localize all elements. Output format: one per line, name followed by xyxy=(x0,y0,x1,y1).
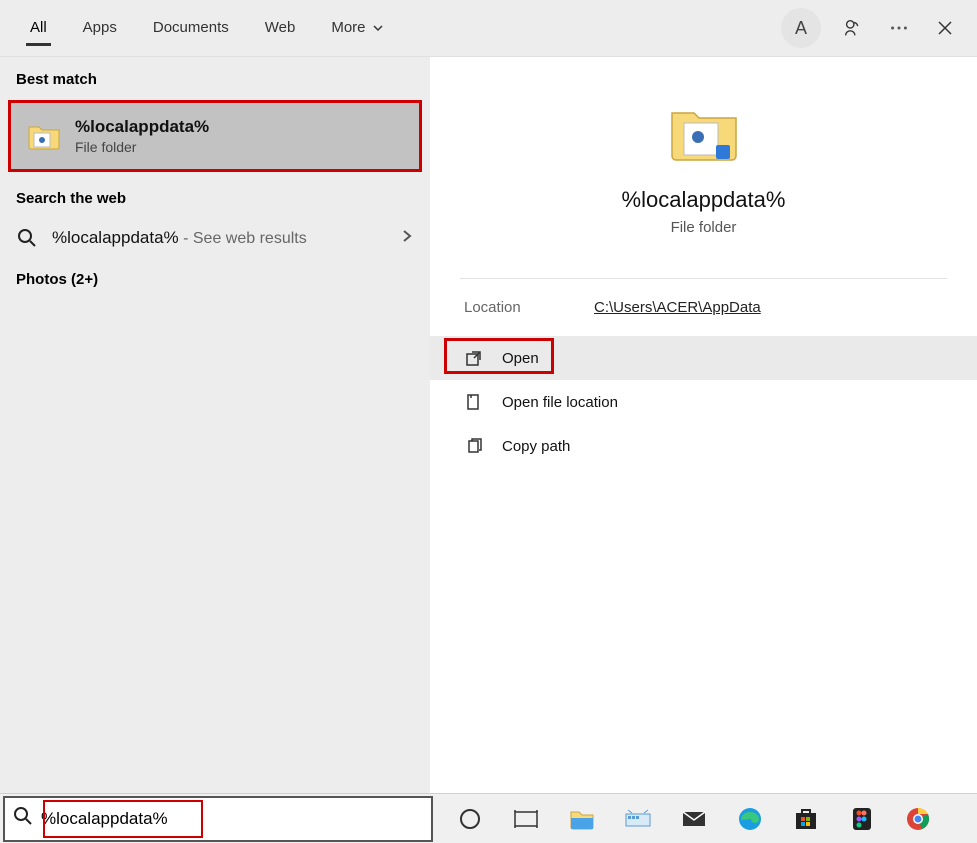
taskbar xyxy=(0,793,977,843)
file-explorer-icon[interactable] xyxy=(567,804,597,834)
details-title: %localappdata% xyxy=(622,187,786,213)
location-label: Location xyxy=(464,299,594,316)
search-tabs: All Apps Documents Web More xyxy=(12,3,402,54)
microsoft-store-icon[interactable] xyxy=(791,804,821,834)
web-result-row[interactable]: %localappdata% - See web results xyxy=(0,215,430,261)
figma-icon[interactable] xyxy=(847,804,877,834)
best-match-title: %localappdata% xyxy=(75,117,209,137)
best-match-result[interactable]: %localappdata% File folder xyxy=(8,100,422,172)
action-open[interactable]: Open xyxy=(430,336,977,380)
tab-more[interactable]: More xyxy=(313,9,401,54)
search-icon xyxy=(16,227,38,249)
web-result-text: %localappdata% - See web results xyxy=(52,228,307,248)
folder-icon xyxy=(668,97,740,169)
details-header: %localappdata% File folder xyxy=(430,57,977,260)
action-copy-path-label: Copy path xyxy=(502,438,570,455)
web-result-suffix: - See web results xyxy=(179,230,307,247)
chevron-down-icon xyxy=(372,22,384,34)
keyboard-icon[interactable] xyxy=(623,804,653,834)
open-icon xyxy=(464,348,484,368)
best-match-text: %localappdata% File folder xyxy=(75,117,209,155)
taskbar-icons xyxy=(433,804,933,834)
cortana-icon[interactable] xyxy=(455,804,485,834)
chrome-icon[interactable] xyxy=(903,804,933,834)
search-icon xyxy=(13,806,33,831)
avatar-initial: A xyxy=(795,18,807,39)
action-open-label: Open xyxy=(502,350,539,367)
action-copy-path[interactable]: Copy path xyxy=(430,424,977,468)
web-result-primary: %localappdata% xyxy=(52,228,179,247)
task-view-icon[interactable] xyxy=(511,804,541,834)
search-input[interactable] xyxy=(41,798,431,840)
folder-icon xyxy=(27,121,61,151)
more-options-icon[interactable] xyxy=(885,14,913,42)
close-button[interactable] xyxy=(931,14,959,42)
tab-apps[interactable]: Apps xyxy=(65,9,135,54)
tab-all[interactable]: All xyxy=(12,9,65,54)
tab-web[interactable]: Web xyxy=(247,9,314,54)
feedback-icon[interactable] xyxy=(839,14,867,42)
search-web-header: Search the web xyxy=(0,176,430,215)
search-tabs-bar: All Apps Documents Web More A xyxy=(0,0,977,57)
tab-more-label: More xyxy=(331,19,365,36)
user-avatar[interactable]: A xyxy=(781,8,821,48)
details-subtitle: File folder xyxy=(671,219,737,236)
top-right-controls: A xyxy=(781,8,965,48)
open-location-icon xyxy=(464,392,484,412)
mail-icon[interactable] xyxy=(679,804,709,834)
taskbar-search-box[interactable] xyxy=(3,796,433,842)
location-row: Location C:\Users\ACER\AppData xyxy=(430,279,977,336)
chevron-right-icon xyxy=(400,229,414,248)
details-pane: %localappdata% File folder Location C:\U… xyxy=(430,57,977,793)
copy-icon xyxy=(464,436,484,456)
edge-browser-icon[interactable] xyxy=(735,804,765,834)
action-open-location[interactable]: Open file location xyxy=(430,380,977,424)
results-column: Best match %localappdata% File folder Se… xyxy=(0,57,430,793)
best-match-header: Best match xyxy=(0,57,430,96)
tab-documents[interactable]: Documents xyxy=(135,9,247,54)
search-main: Best match %localappdata% File folder Se… xyxy=(0,57,977,793)
location-value[interactable]: C:\Users\ACER\AppData xyxy=(594,299,761,316)
photos-header[interactable]: Photos (2+) xyxy=(0,261,430,298)
action-open-location-label: Open file location xyxy=(502,394,618,411)
best-match-subtitle: File folder xyxy=(75,139,209,155)
